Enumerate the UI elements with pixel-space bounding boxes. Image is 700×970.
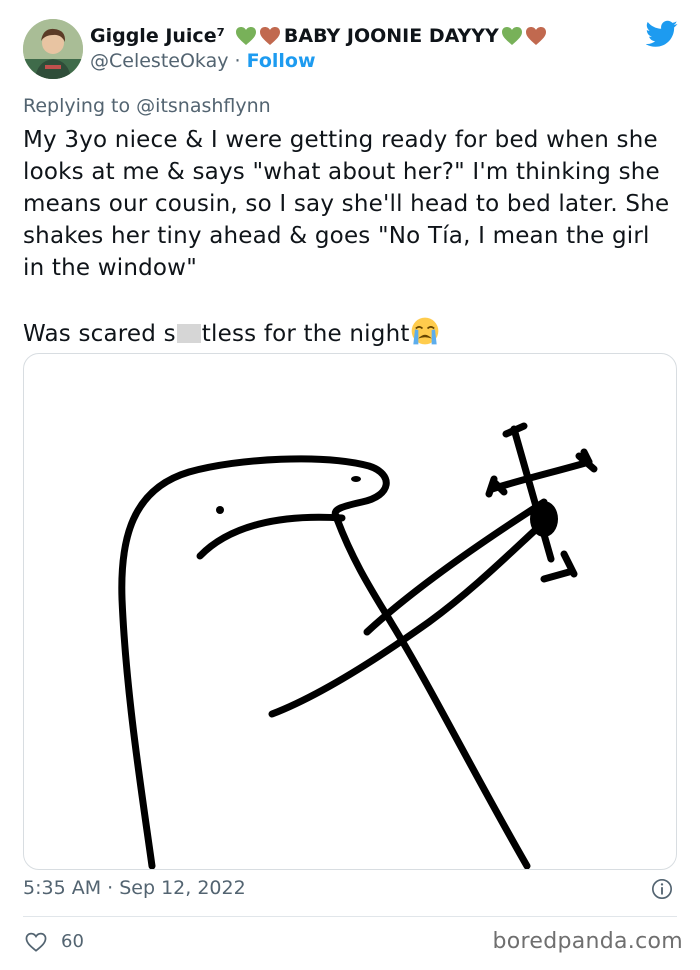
info-icon[interactable] xyxy=(651,878,673,900)
meme-drawing xyxy=(118,422,598,869)
author-display-name[interactable]: Giggle Juice⁷ xyxy=(90,25,225,47)
brown-heart-icon xyxy=(259,27,280,45)
author-name-line[interactable]: Giggle Juice⁷ BABY JOONIE DAYYY xyxy=(90,22,547,50)
like-count: 60 xyxy=(61,931,84,952)
green-heart-icon xyxy=(235,27,256,45)
censor-blur xyxy=(176,324,201,343)
brown-heart-icon xyxy=(525,27,546,45)
green-heart-icon xyxy=(501,27,522,45)
like-button[interactable]: 60 xyxy=(25,931,84,952)
twitter-bird-icon[interactable] xyxy=(646,20,678,48)
watermark: boredpanda.com xyxy=(492,929,683,954)
author-handle-line: @CelesteOkay · Follow xyxy=(90,50,316,72)
replying-to: Replying to @itsnashflynn xyxy=(23,95,271,117)
replying-to-prefix: Replying to xyxy=(23,95,131,117)
tweet-image[interactable] xyxy=(23,353,677,870)
tweet-paragraph-2-start: Was scared s xyxy=(23,321,176,347)
author-name-suffix: BABY JOONIE DAYYY xyxy=(283,25,499,47)
tweet-paragraph-1: My 3yo niece & I were getting ready for … xyxy=(23,127,670,281)
divider xyxy=(23,916,677,917)
handle-separator: · xyxy=(234,50,241,72)
tweet-paragraph-2-end: tless for the night xyxy=(201,321,410,347)
crying-face-emoji xyxy=(411,317,438,345)
tweet-timestamp[interactable]: 5:35 AM · Sep 12, 2022 xyxy=(23,877,246,899)
replying-to-handle[interactable]: @itsnashflynn xyxy=(136,95,271,117)
author-avatar[interactable] xyxy=(23,19,83,79)
tweet-text: My 3yo niece & I were getting ready for … xyxy=(23,124,678,350)
heart-icon xyxy=(25,932,47,952)
tweet-paragraph-2: Was scared s tless for the night xyxy=(23,316,678,350)
author-handle[interactable]: @CelesteOkay xyxy=(90,50,228,72)
follow-button[interactable]: Follow xyxy=(247,50,316,72)
